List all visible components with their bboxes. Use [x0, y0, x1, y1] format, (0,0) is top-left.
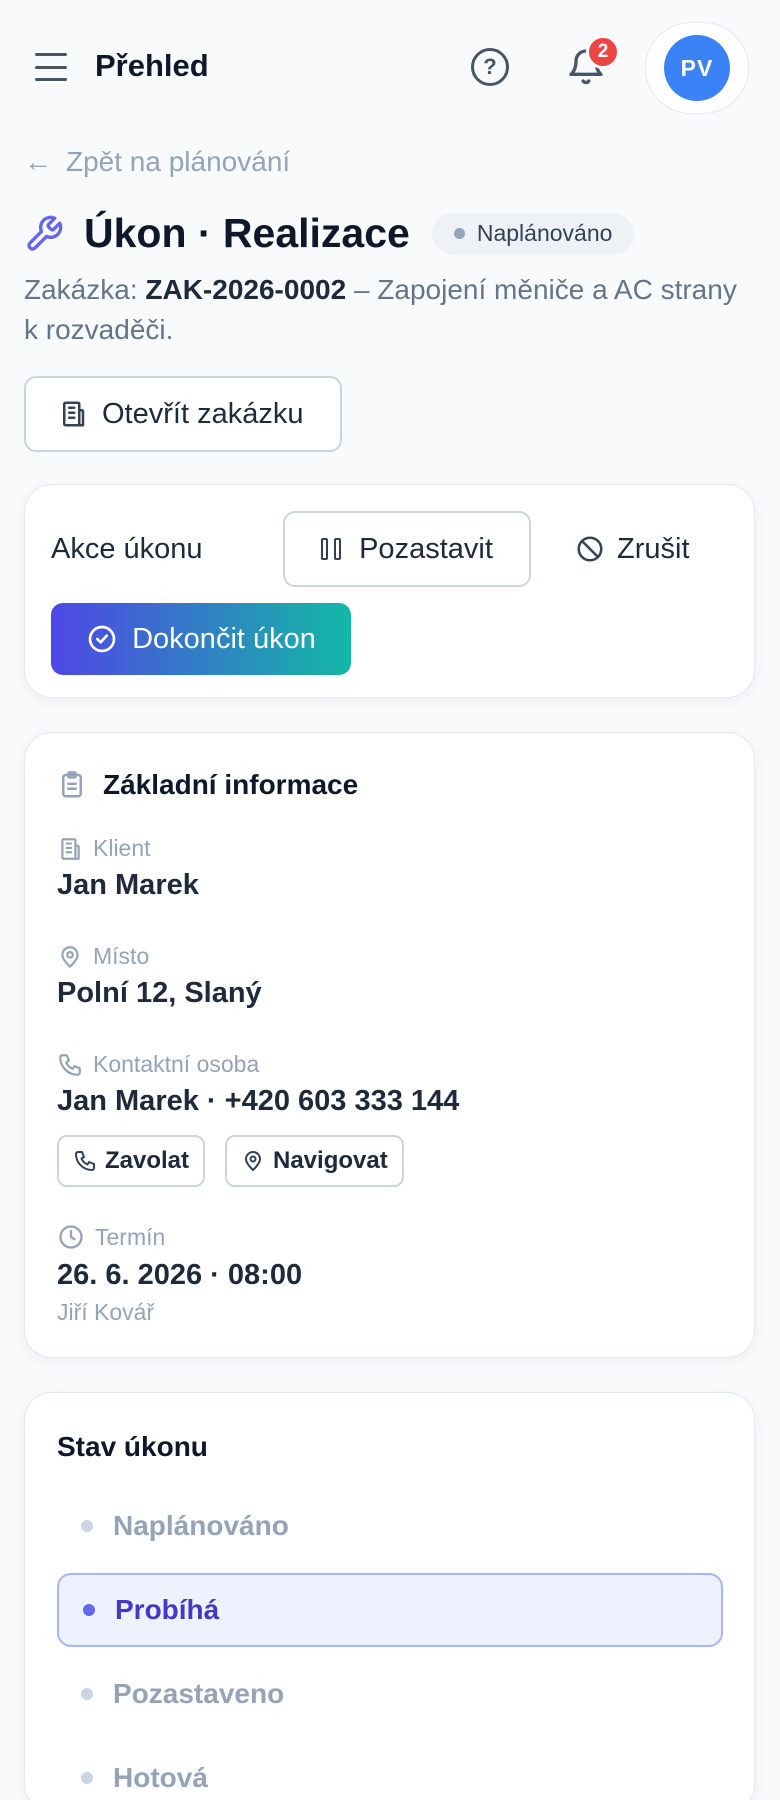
phone-icon: [75, 1151, 95, 1171]
state-item-label: Hotová: [113, 1762, 208, 1793]
order-description: Zakázka: ZAK-2026-0002 – Zapojení měniče…: [24, 270, 744, 350]
pause-icon: [321, 538, 342, 560]
status-badge: Naplánováno: [431, 212, 635, 255]
term-person: Jiří Kovář: [57, 1299, 155, 1325]
term-value: 26. 6. 2026 · 08:00: [57, 1259, 303, 1291]
state-dot: [81, 1520, 93, 1532]
navigate-button[interactable]: Navigovat: [225, 1135, 404, 1187]
state-item-planned[interactable]: Naplánováno: [57, 1489, 723, 1563]
status-dot: [453, 228, 465, 239]
call-button[interactable]: Zavolat: [57, 1135, 206, 1187]
map-pin-icon: [61, 945, 79, 968]
state-item-label: Pozastaveno: [113, 1678, 285, 1709]
place-label-text: Místo: [93, 943, 150, 969]
phone-icon: [59, 1053, 81, 1076]
client-label-text: Klient: [93, 835, 151, 861]
state-card: Stav úkonu Naplánováno Probíhá Pozastave…: [24, 1392, 755, 1800]
building-icon: [63, 401, 85, 427]
top-bar: Přehled ? 2 PV: [0, 0, 780, 134]
clock-icon: [59, 1225, 83, 1249]
status-label: Naplánováno: [476, 220, 613, 246]
state-dot: [81, 1688, 93, 1700]
client-value: Jan Marek: [57, 869, 199, 901]
info-title: Základní informace: [57, 769, 358, 801]
contact-value: Jan Marek · +420 603 333 144: [57, 1085, 460, 1117]
term-label: Termín: [57, 1223, 165, 1251]
pause-button[interactable]: Pozastavit: [283, 511, 531, 587]
pause-label: Pozastavit: [359, 532, 493, 565]
wrench-icon: [27, 215, 63, 251]
place-label: Místo: [57, 943, 149, 970]
notification-badge: 2: [586, 35, 620, 69]
back-link-label: Zpět na plánování: [66, 146, 291, 177]
state-title: Stav úkonu: [57, 1431, 208, 1462]
call-label: Zavolat: [105, 1147, 190, 1174]
actions-label: Akce úkonu: [51, 533, 203, 565]
state-item-label: Probíhá: [115, 1594, 220, 1625]
menu-icon[interactable]: [35, 53, 67, 81]
info-title-text: Základní informace: [103, 769, 359, 800]
contact-label: Kontaktní osoba: [57, 1051, 259, 1078]
order-code: ZAK-2026-0002: [145, 274, 347, 305]
state-item-label: Naplánováno: [113, 1510, 289, 1541]
info-card: Základní informace Klient Jan Marek Míst…: [24, 732, 755, 1358]
order-prefix: Zakázka:: [24, 274, 146, 305]
navigate-label: Navigovat: [273, 1147, 388, 1174]
page-heading: Úkon · Realizace Naplánováno: [24, 210, 635, 257]
ban-icon: [577, 536, 603, 562]
app-title: Přehled: [95, 48, 209, 83]
contact-label-text: Kontaktní osoba: [93, 1051, 260, 1077]
avatar: PV: [664, 35, 730, 101]
help-icon[interactable]: ?: [471, 48, 509, 86]
open-order-label: Otevřít zakázku: [102, 397, 304, 430]
state-item-done[interactable]: Hotová: [57, 1741, 723, 1800]
finish-label: Dokončit úkon: [132, 622, 316, 655]
avatar-button[interactable]: PV: [645, 22, 749, 114]
term-label-text: Termín: [95, 1223, 166, 1250]
place-value: Polní 12, Slaný: [57, 977, 262, 1009]
state-dot: [81, 1772, 93, 1784]
building-icon: [61, 837, 80, 860]
cancel-label: Zrušit: [617, 532, 690, 565]
arrow-left-icon: ←: [24, 146, 52, 177]
cancel-button[interactable]: Zrušit: [575, 511, 690, 587]
state-dot: [83, 1604, 95, 1616]
open-order-button[interactable]: Otevřít zakázku: [24, 376, 342, 452]
client-label: Klient: [57, 835, 151, 862]
clipboard-icon: [62, 771, 82, 798]
state-item-in-progress[interactable]: Probíhá: [57, 1573, 723, 1647]
state-item-paused[interactable]: Pozastaveno: [57, 1657, 723, 1731]
finish-button[interactable]: Dokončit úkon: [51, 603, 351, 675]
check-circle-icon: [88, 625, 116, 653]
map-pin-icon: [245, 1151, 261, 1171]
back-link[interactable]: ← Zpět na plánování: [24, 146, 290, 178]
actions-card: Akce úkonu Pozastavit Zrušit Dokončit úk…: [24, 484, 755, 698]
page-title: Úkon · Realizace: [84, 210, 410, 256]
